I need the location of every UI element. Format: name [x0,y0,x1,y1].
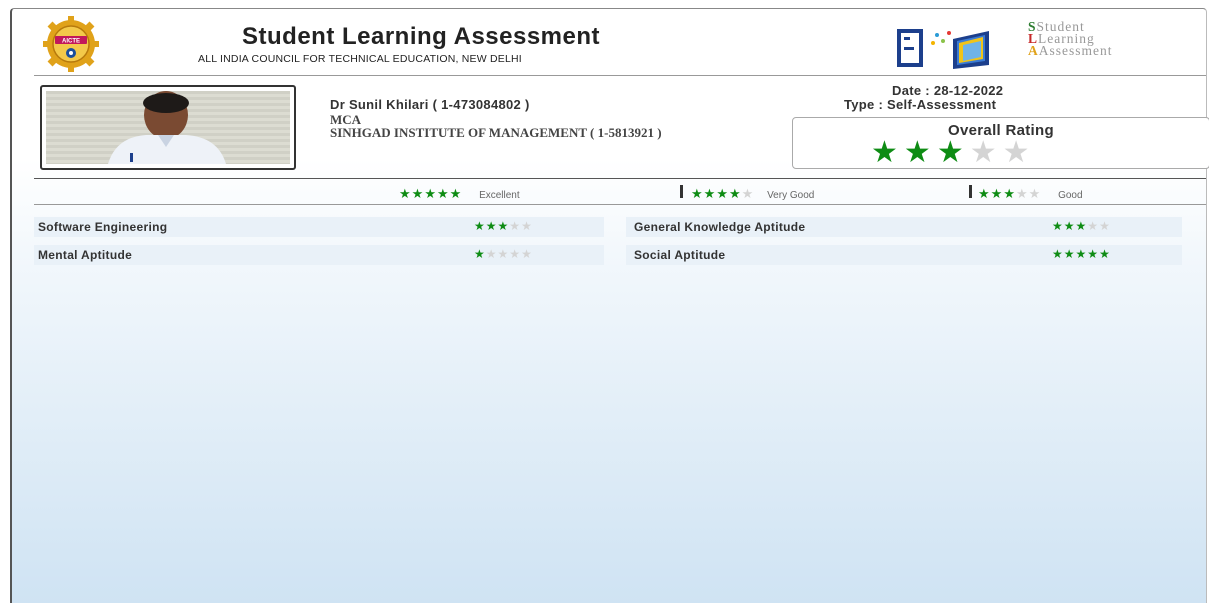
star-filled-icon: ★ [474,219,486,233]
star-filled-icon: ★ [703,186,717,201]
star-empty-icon: ★ [1015,186,1029,201]
star-filled-icon: ★ [936,136,970,169]
star-filled-icon: ★ [424,186,437,201]
skill-name: Social Aptitude [634,248,726,262]
skill-row: Software Engineering ★★★★★ [34,217,604,237]
sla-initial-a: A [1028,43,1039,58]
star-empty-icon: ★ [1099,219,1111,233]
star-filled-icon: ★ [399,186,412,201]
page-subtitle: ALL INDIA COUNCIL FOR TECHNICAL EDUCATIO… [198,53,522,65]
star-empty-icon: ★ [969,136,1003,169]
star-empty-icon: ★ [509,247,522,261]
legend-divider [34,204,1206,205]
star-filled-icon: ★ [1052,247,1064,261]
aicte-logo: AICTE [43,16,99,72]
star-empty-icon: ★ [521,219,533,233]
assessment-type: Type : Self-Assessment [844,97,997,112]
skill-stars: ★★★★★ [1052,247,1111,261]
star-filled-icon: ★ [1052,219,1064,233]
star-filled-icon: ★ [1003,186,1016,201]
star-empty-icon: ★ [1002,136,1036,169]
person-silhouette [46,91,290,164]
star-filled-icon: ★ [871,136,904,169]
legend-very-good-stars: ★★★★★ [691,186,754,201]
profile-photo-frame [40,85,296,170]
legend-separator [969,185,972,198]
profile-photo [46,91,290,164]
star-filled-icon: ★ [449,186,463,201]
legend-good: ★★★★★ Good [978,186,1083,202]
star-filled-icon: ★ [411,186,425,201]
skill-stars: ★★★★★ [474,247,533,261]
legend-good-label: Good [1058,190,1083,201]
skill-name: General Knowledge Aptitude [634,220,806,234]
star-filled-icon: ★ [497,219,510,233]
header-divider [34,75,1206,76]
skill-stars: ★★★★★ [474,219,533,233]
skill-name: Mental Aptitude [38,248,133,262]
skill-stars: ★★★★★ [1052,219,1111,233]
star-empty-icon: ★ [497,247,510,261]
star-filled-icon: ★ [903,136,937,169]
legend-good-stars: ★★★★★ [978,186,1041,201]
skill-row: Mental Aptitude ★★★★★ [34,245,604,265]
skill-name: Software Engineering [38,220,168,234]
sla-word-assessment: Assessment [1038,43,1113,58]
star-filled-icon: ★ [474,247,486,261]
star-filled-icon: ★ [1099,247,1111,261]
student-name: Dr Sunil Khilari ( 1-473084802 ) [330,97,530,112]
star-filled-icon: ★ [1075,219,1088,233]
legend-very-good-label: Very Good [767,190,815,201]
legend-very-good: ★★★★★ Very Good [691,186,814,202]
page-title: Student Learning Assessment [242,23,601,50]
skill-row: Social Aptitude ★★★★★ [626,245,1182,265]
star-empty-icon: ★ [521,247,533,261]
aicte-logo-text: AICTE [62,39,80,45]
star-empty-icon: ★ [741,186,755,201]
star-empty-icon: ★ [485,247,498,261]
star-empty-icon: ★ [1028,186,1042,201]
star-filled-icon: ★ [436,186,450,201]
star-filled-icon: ★ [716,186,729,201]
star-filled-icon: ★ [691,186,704,201]
star-filled-icon: ★ [978,186,991,201]
overall-rating-stars: ★★★★★ [871,138,1036,168]
star-filled-icon: ★ [485,219,498,233]
assessment-card: AICTE Student Learning Assessment ALL IN… [10,8,1209,603]
star-filled-icon: ★ [1063,247,1076,261]
legend-separator [680,185,683,198]
legend-excellent: ★★★★★ Excellent [399,186,520,202]
star-filled-icon: ★ [990,186,1004,201]
legend-excellent-stars: ★★★★★ [399,186,462,201]
star-empty-icon: ★ [1087,219,1100,233]
star-empty-icon: ★ [509,219,522,233]
sla-logo-text: SStudent LLearning AAssessment [1028,20,1113,58]
star-filled-icon: ★ [728,186,742,201]
sla-book-logo [897,29,989,69]
overall-rating-box: Overall Rating ★★★★★ [792,117,1209,169]
skill-row: General Knowledge Aptitude ★★★★★ [626,217,1182,237]
assessment-date: Date : 28-12-2022 [892,83,1004,98]
student-institute: SINHGAD INSTITUTE OF MANAGEMENT ( 1-5813… [330,125,662,140]
star-filled-icon: ★ [1075,247,1088,261]
star-filled-icon: ★ [1087,247,1100,261]
profile-divider [34,178,1206,179]
star-filled-icon: ★ [1063,219,1076,233]
legend-excellent-label: Excellent [479,190,520,201]
